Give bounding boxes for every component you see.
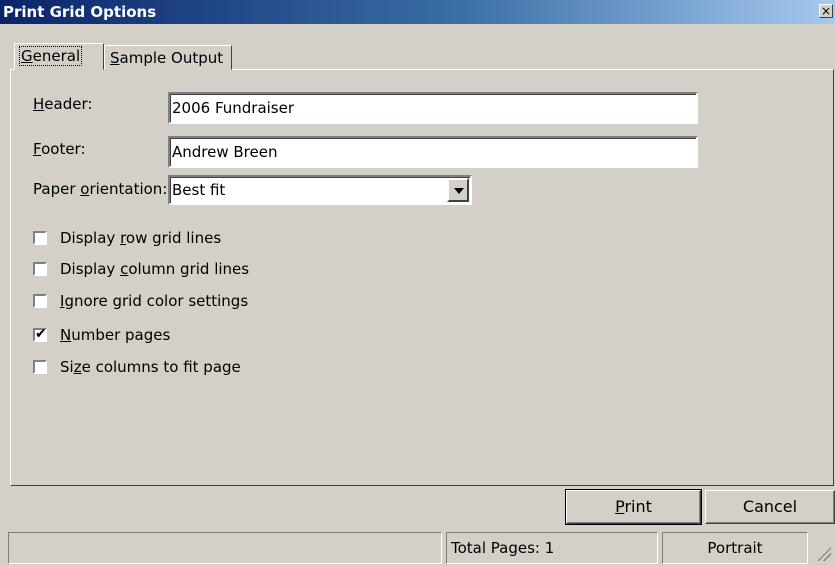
checkbox-number-pages[interactable]: ✔ — [33, 326, 47, 342]
status-left — [8, 532, 442, 564]
footer-input[interactable]: Andrew Breen — [168, 136, 698, 168]
chevron-down-icon[interactable] — [447, 178, 469, 202]
cancel-button[interactable]: Cancel — [705, 490, 835, 524]
checkbox-size-columns-label: Size columns to fit page — [60, 358, 241, 376]
checkbox-column-grid-lines-label: Display column grid lines — [60, 260, 250, 278]
checkbox-size-columns[interactable] — [33, 360, 47, 374]
orientation-select-value: Best fit — [172, 181, 226, 199]
print-button[interactable]: Print — [565, 489, 702, 525]
checkbox-number-pages-label: Number pages — [60, 326, 171, 344]
checkbox-ignore-grid-color[interactable] — [33, 294, 47, 308]
checkbox-ignore-grid-color-label: Ignore grid color settings — [60, 292, 249, 310]
status-total-pages: Total Pages: 1 — [446, 532, 658, 564]
status-orientation: Portrait — [662, 532, 808, 564]
title-bar: Print Grid Options × — [0, 0, 835, 24]
checkbox-column-grid-lines[interactable] — [33, 262, 47, 276]
checkmark-icon: ✔ — [35, 326, 47, 342]
tab-general-label: General — [18, 46, 83, 66]
resize-grip-icon[interactable] — [817, 547, 831, 561]
tab-general[interactable]: General — [14, 43, 104, 70]
header-label: Header: — [33, 95, 93, 113]
footer-label: Footer: — [33, 140, 86, 158]
tab-sample-output[interactable]: Sample Output — [104, 45, 232, 70]
orientation-select[interactable]: Best fit — [168, 175, 472, 205]
header-input[interactable]: 2006 Fundraiser — [168, 92, 698, 124]
orientation-label: Paper orientation: — [33, 180, 168, 198]
close-icon[interactable]: × — [819, 4, 833, 18]
window-title: Print Grid Options — [3, 3, 157, 21]
checkbox-row-grid-lines[interactable] — [33, 231, 47, 245]
tab-sample-output-label: Sample Output — [110, 49, 224, 67]
checkbox-row-grid-lines-label: Display row grid lines — [60, 229, 222, 247]
